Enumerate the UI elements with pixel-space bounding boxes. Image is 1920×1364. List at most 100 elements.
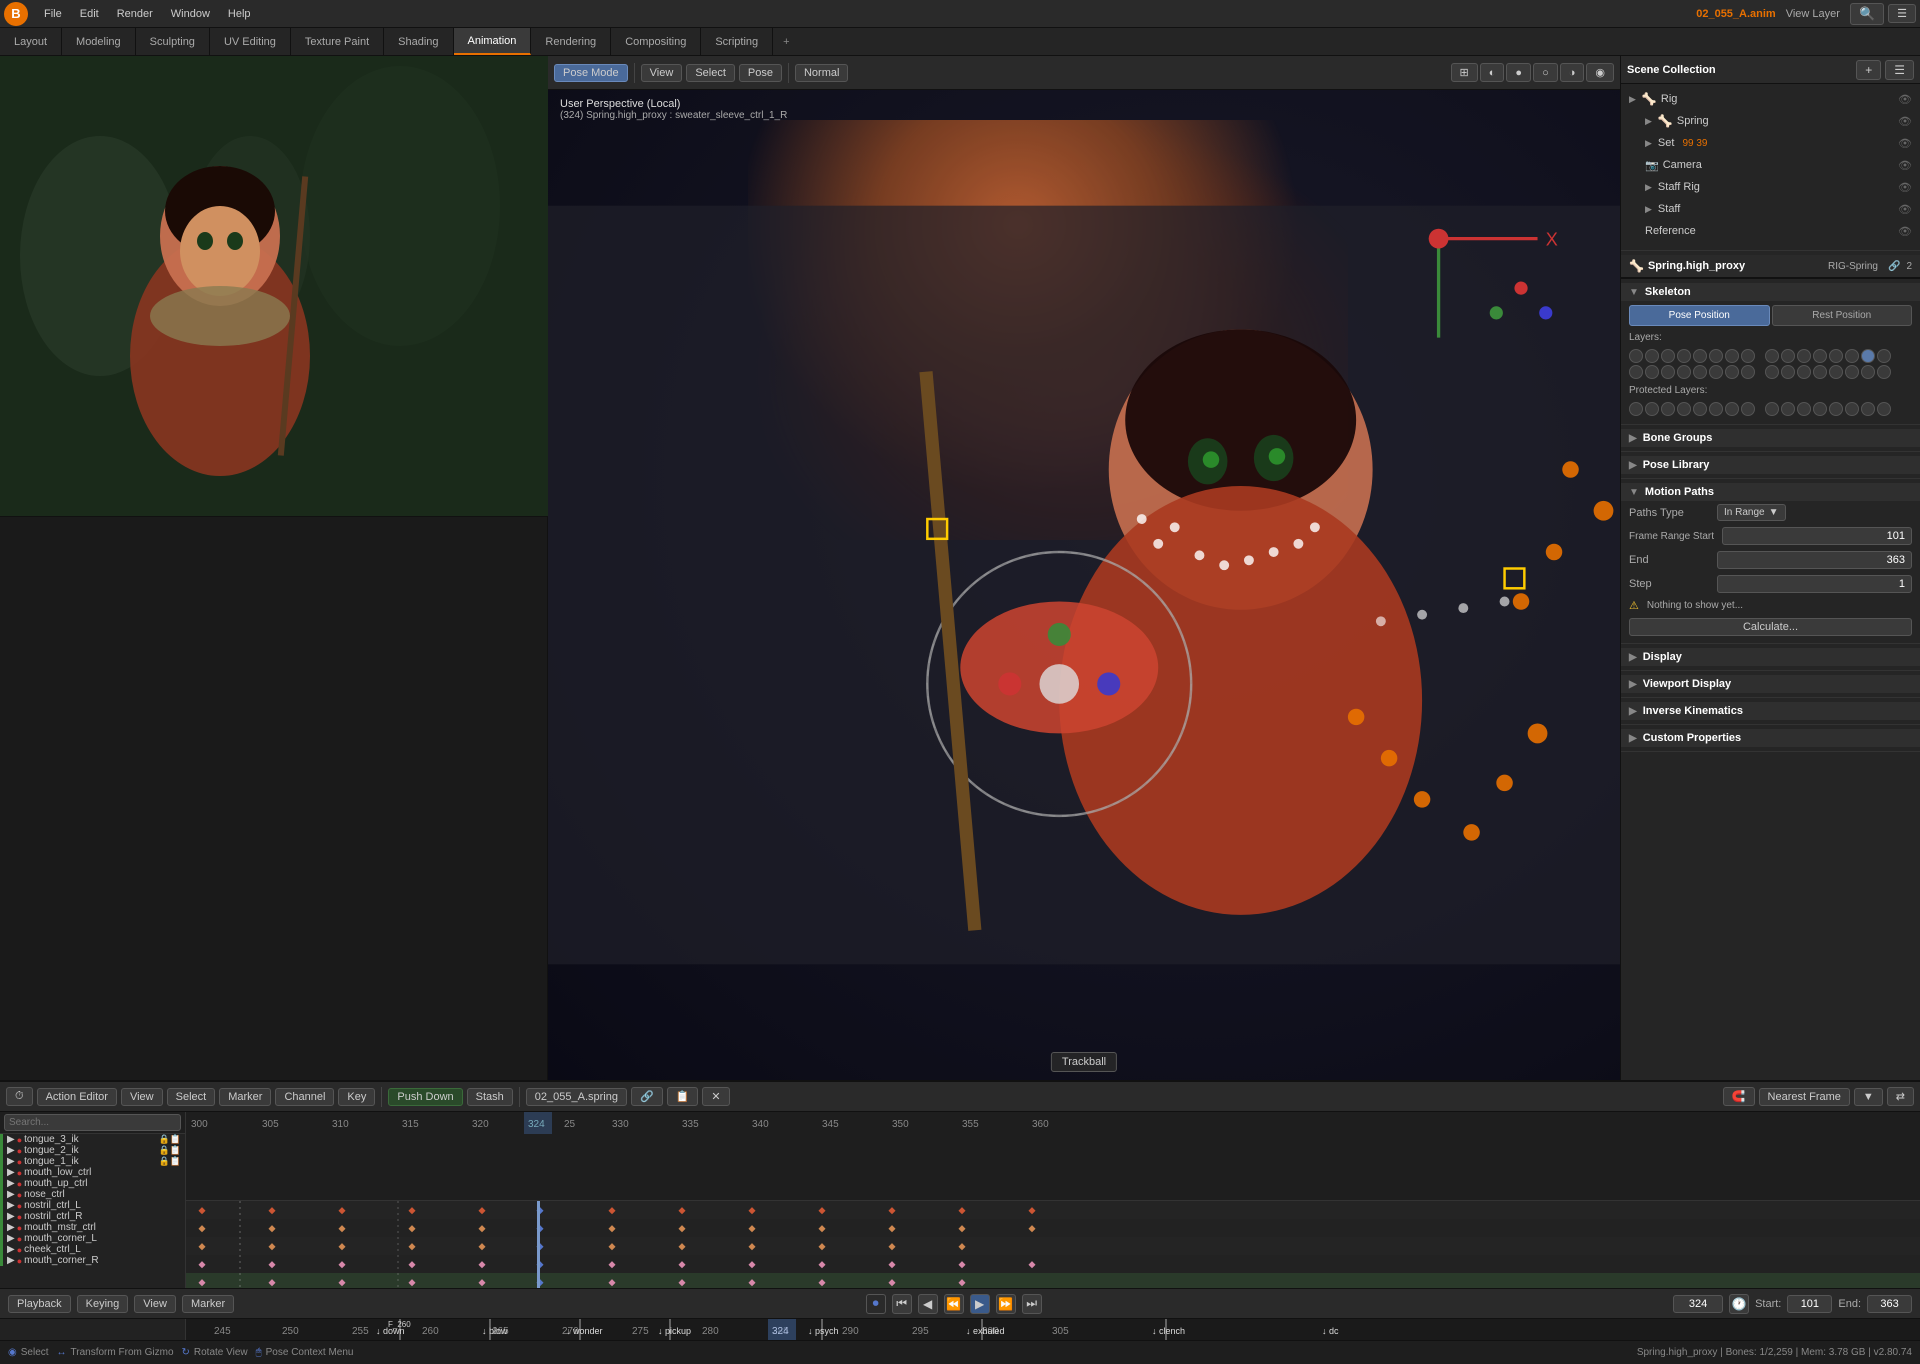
layer-20[interactable] [1677,365,1691,379]
track-mouth-low[interactable]: ▶ ● mouth_low_ctrl [0,1167,186,1178]
player-4[interactable] [1677,402,1691,416]
add-workspace-btn[interactable]: + [773,28,799,55]
layer-29[interactable] [1829,365,1843,379]
layer-5[interactable] [1693,349,1707,363]
layer-9[interactable] [1765,349,1779,363]
track-mouth-corner-l[interactable]: ▶ ● mouth_corner_L [0,1233,186,1244]
channel-search-input[interactable] [4,1114,181,1131]
paths-type-dropdown[interactable]: In Range ▼ [1717,504,1786,521]
layer-13[interactable] [1829,349,1843,363]
go-next-keyframe-btn[interactable]: ⏩ [996,1294,1016,1314]
menu-window[interactable]: Window [163,6,218,22]
tab-rendering[interactable]: Rendering [531,28,611,55]
snap-mode-btn[interactable]: Nearest Frame [1759,1088,1850,1106]
viewport-scene[interactable]: X User Perspective (Local) (324) Spring.… [548,90,1620,1080]
layer-28[interactable] [1813,365,1827,379]
player-14[interactable] [1845,402,1859,416]
xray-btn[interactable]: ◐ [1480,63,1505,82]
tab-shading[interactable]: Shading [384,28,453,55]
player-5[interactable] [1693,402,1707,416]
render-btn[interactable]: ◉ [1586,63,1614,82]
track-nostril-l[interactable]: ▶ ● nostril_ctrl_L [0,1200,186,1211]
playback-marker-btn[interactable]: Marker [182,1295,234,1313]
tab-layout[interactable]: Layout [0,28,62,55]
frame-range-start-value[interactable]: 101 [1722,527,1912,545]
menu-render[interactable]: Render [109,6,161,22]
layer-31[interactable] [1861,365,1875,379]
playback-settings-btn[interactable]: Playback [8,1295,71,1313]
layer-32[interactable] [1877,365,1891,379]
action-copy-btn[interactable]: 📋 [667,1087,699,1106]
track-nose[interactable]: ▶ ● nose_ctrl [0,1189,186,1200]
shading-mode-btn[interactable]: Normal [795,64,848,82]
menu-file[interactable]: File [36,6,70,22]
track-mouth-corner-r[interactable]: ▶ ● mouth_corner_R [0,1255,186,1266]
mini-ruler-content[interactable]: 245 250 255 260 265 270 275 280 285 290 … [186,1319,1920,1340]
layer-8[interactable] [1741,349,1755,363]
action-marker-btn[interactable]: Marker [219,1088,271,1106]
overlay-btn[interactable]: ⊞ [1451,63,1478,82]
inverse-kinematics-title[interactable]: ▶ Inverse Kinematics [1621,702,1920,720]
track-tongue1[interactable]: ▶ ● tongue_1_ik 🔒📋 [0,1156,186,1167]
layer-14[interactable] [1845,349,1859,363]
play-btn[interactable]: ▶ [970,1294,990,1314]
solid-btn[interactable]: ● [1506,63,1531,82]
keying-settings-btn[interactable]: Keying [77,1295,129,1313]
pose-position-btn[interactable]: Pose Position [1629,305,1770,326]
layer-18[interactable] [1645,365,1659,379]
layer-17[interactable] [1629,365,1643,379]
go-prev-keyframe-btn[interactable]: ⏪ [944,1294,964,1314]
track-nostril-r[interactable]: ▶ ● nostril_ctrl_R [0,1211,186,1222]
add-collection-btn[interactable]: + [1856,60,1881,80]
tab-uv-editing[interactable]: UV Editing [210,28,291,55]
tree-item-staff[interactable]: ▶ Staff 👁 [1641,198,1916,220]
action-view-btn[interactable]: View [121,1088,163,1106]
pose-mode-btn[interactable]: Pose Mode [554,64,628,82]
viewport-view-btn[interactable]: View [641,64,683,82]
track-tongue3[interactable]: ▶ ● tongue_3_ik 🔒📋 [0,1134,186,1145]
skeleton-title[interactable]: ▼ Skeleton [1621,283,1920,301]
layer-21[interactable] [1693,365,1707,379]
center-3d-viewport[interactable]: Pose Mode View Select Pose Normal ⊞ ◐ ● … [548,56,1620,1080]
bone-groups-title[interactable]: ▶ Bone Groups [1621,429,1920,447]
editor-type-btn[interactable]: ⏱ [6,1087,33,1106]
viewport-display-title[interactable]: ▶ Viewport Display [1621,675,1920,693]
player-1[interactable] [1629,402,1643,416]
current-frame-input[interactable] [1673,1295,1723,1313]
display-title[interactable]: ▶ Display [1621,648,1920,666]
player-15[interactable] [1861,402,1875,416]
tree-item-camera[interactable]: 📷 Camera 👁 [1641,154,1916,176]
track-mouth-mstr[interactable]: ▶ ● mouth_mstr_ctrl [0,1222,186,1233]
layer-27[interactable] [1797,365,1811,379]
player-13[interactable] [1829,402,1843,416]
player-7[interactable] [1725,402,1739,416]
snap-btn[interactable]: 🧲 [1723,1087,1755,1106]
viewport-pose-btn[interactable]: Pose [739,64,782,82]
action-name-display[interactable]: 02_055_A.spring [526,1088,627,1106]
track-mouth-up[interactable]: ▶ ● mouth_up_ctrl [0,1178,186,1189]
layer-6[interactable] [1709,349,1723,363]
motion-paths-title[interactable]: ▼ Motion Paths [1621,483,1920,501]
wireframe-btn[interactable]: ○ [1533,63,1558,82]
action-key-btn[interactable]: Key [338,1088,375,1106]
frame-range-end-value[interactable]: 363 [1717,551,1912,569]
tab-sculpting[interactable]: Sculpting [136,28,210,55]
filter-btn[interactable]: ☰ [1888,4,1916,23]
tab-compositing[interactable]: Compositing [611,28,701,55]
filter-collection-btn[interactable]: ☰ [1885,60,1914,80]
layer-22[interactable] [1709,365,1723,379]
player-12[interactable] [1813,402,1827,416]
action-channel-btn[interactable]: Channel [275,1088,334,1106]
player-16[interactable] [1877,402,1891,416]
tab-texture-paint[interactable]: Texture Paint [291,28,384,55]
layer-7[interactable] [1725,349,1739,363]
layer-15[interactable] [1861,349,1875,363]
layer-30[interactable] [1845,365,1859,379]
layer-26[interactable] [1781,365,1795,379]
player-9[interactable] [1765,402,1779,416]
go-start-btn[interactable]: ⏮ [892,1294,912,1314]
layer-19[interactable] [1661,365,1675,379]
action-select-btn[interactable]: Select [167,1088,216,1106]
layer-4[interactable] [1677,349,1691,363]
go-prev-btn[interactable]: ◀ [918,1294,938,1314]
